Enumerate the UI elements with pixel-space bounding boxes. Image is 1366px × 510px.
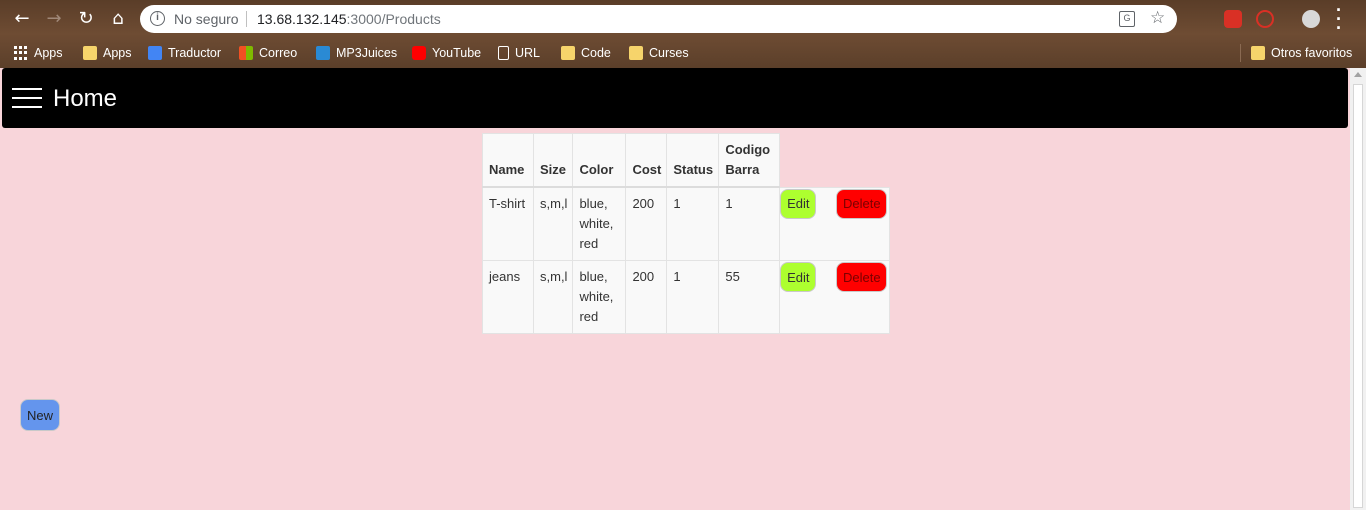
table-header-row: Name Size Color Cost Status Codigo Barra: [482, 133, 890, 188]
bookmark-mp3juices[interactable]: MP3Juices: [316, 44, 397, 62]
cell-size: s,m,l: [532, 260, 574, 334]
home-icon[interactable]: ⌂: [107, 8, 129, 30]
bookmarks-divider: [1240, 44, 1241, 62]
column-header-status: Status: [666, 133, 720, 188]
folder-icon: [83, 46, 97, 60]
column-header-codigo-barra: Codigo Barra: [718, 133, 781, 188]
cell-status: 1: [666, 186, 720, 261]
bookmark-label: Apps: [34, 46, 63, 60]
cell-actions: Edit Delete: [779, 186, 891, 261]
forward-icon[interactable]: →: [43, 8, 65, 30]
column-header-color: Color: [572, 133, 627, 188]
reload-icon[interactable]: ↻: [75, 8, 97, 30]
cell-codigo: 55: [718, 260, 781, 334]
column-header-name: Name: [482, 133, 534, 188]
url-path: :3000/Products: [346, 11, 441, 27]
cell-name: T-shirt: [482, 186, 534, 261]
new-button[interactable]: New: [20, 399, 60, 431]
vertical-scrollbar[interactable]: [1350, 68, 1366, 510]
extension-shield-icon[interactable]: [1256, 10, 1274, 28]
table-row: jeans s,m,l blue, white, red 200 1 55 Ed…: [482, 260, 891, 334]
scrollbar-thumb[interactable]: [1353, 84, 1363, 508]
security-label[interactable]: No seguro: [174, 11, 239, 27]
bookmark-label: YouTube: [432, 46, 482, 60]
cell-actions: Edit Delete: [779, 260, 891, 334]
download-icon: [316, 46, 330, 60]
cell-color: blue, white, red: [572, 260, 627, 334]
column-header-actions: [780, 134, 890, 188]
app-bar: Home: [2, 68, 1348, 128]
back-icon[interactable]: ←: [11, 8, 33, 30]
edit-button[interactable]: Edit: [780, 262, 817, 292]
bookmarks-bar: Apps Apps Traductor Correo MP3Juices You…: [0, 38, 1366, 68]
bookmark-label: Correo: [259, 46, 298, 60]
google-translate-icon: [148, 46, 162, 60]
delete-button[interactable]: Delete: [836, 188, 888, 219]
browser-toolbar: ← → ↻ ⌂ i No seguro 13.68.132.145:3000/P…: [0, 0, 1366, 38]
bookmark-label: Otros favoritos: [1271, 46, 1353, 60]
folder-icon: [561, 46, 575, 60]
profile-avatar[interactable]: [1302, 10, 1320, 28]
bookmark-label: Apps: [103, 46, 132, 60]
folder-icon: [1251, 46, 1265, 60]
bookmark-star-icon[interactable]: ☆: [1150, 8, 1165, 28]
cell-name: jeans: [482, 260, 534, 334]
delete-button[interactable]: Delete: [836, 262, 888, 292]
bookmark-url[interactable]: URL: [498, 44, 540, 62]
url-host: 13.68.132.145: [257, 11, 347, 27]
browser-menu-icon[interactable]: · · ·: [1336, 1, 1342, 37]
address-bar[interactable]: i No seguro 13.68.132.145:3000/Products …: [140, 5, 1177, 33]
cell-status: 1: [666, 260, 720, 334]
translate-icon[interactable]: G: [1119, 11, 1135, 27]
menu-icon[interactable]: [12, 88, 42, 108]
bookmark-code[interactable]: Code: [561, 44, 611, 62]
omnibox-divider: [246, 11, 247, 27]
bookmark-label: MP3Juices: [336, 46, 398, 60]
bookmark-traductor[interactable]: Traductor: [148, 44, 221, 62]
youtube-icon: [412, 46, 426, 60]
bookmark-label: Curses: [649, 46, 689, 60]
cell-size: s,m,l: [532, 186, 574, 261]
cell-cost: 200: [625, 260, 668, 334]
browser-chrome: ← → ↻ ⌂ i No seguro 13.68.132.145:3000/P…: [0, 0, 1366, 68]
edit-button[interactable]: Edit: [780, 188, 817, 219]
products-table: Name Size Color Cost Status Codigo Barra…: [482, 133, 891, 334]
bookmark-apps-shortcut[interactable]: Apps: [14, 44, 63, 62]
bookmark-label: URL: [515, 46, 541, 60]
microsoft-icon: [239, 46, 253, 60]
cell-color: blue, white, red: [572, 186, 627, 261]
bookmark-label: Code: [581, 46, 611, 60]
column-header-size: Size: [532, 133, 574, 188]
column-header-cost: Cost: [625, 133, 668, 188]
page-icon: [498, 46, 509, 60]
bookmark-label: Traductor: [168, 46, 222, 60]
page-title: Home: [53, 85, 118, 112]
scroll-up-arrow-icon[interactable]: [1354, 72, 1362, 77]
table-row: T-shirt s,m,l blue, white, red 200 1 1 E…: [482, 186, 891, 261]
extension-lastpass-icon[interactable]: [1224, 10, 1242, 28]
folder-icon: [629, 46, 643, 60]
url-text[interactable]: 13.68.132.145:3000/Products: [257, 11, 441, 27]
page-content: Home Name Size Color Cost Status Codigo …: [0, 68, 1350, 510]
bookmark-youtube[interactable]: YouTube: [412, 44, 481, 62]
bookmark-other-favorites[interactable]: Otros favoritos: [1251, 44, 1352, 62]
cell-cost: 200: [625, 186, 668, 261]
cell-codigo: 1: [718, 186, 781, 261]
bookmark-correo[interactable]: Correo: [239, 44, 297, 62]
bookmark-apps-folder[interactable]: Apps: [83, 44, 132, 62]
bookmark-curses[interactable]: Curses: [629, 44, 689, 62]
info-icon[interactable]: i: [150, 11, 165, 26]
apps-grid-icon: [14, 46, 28, 60]
